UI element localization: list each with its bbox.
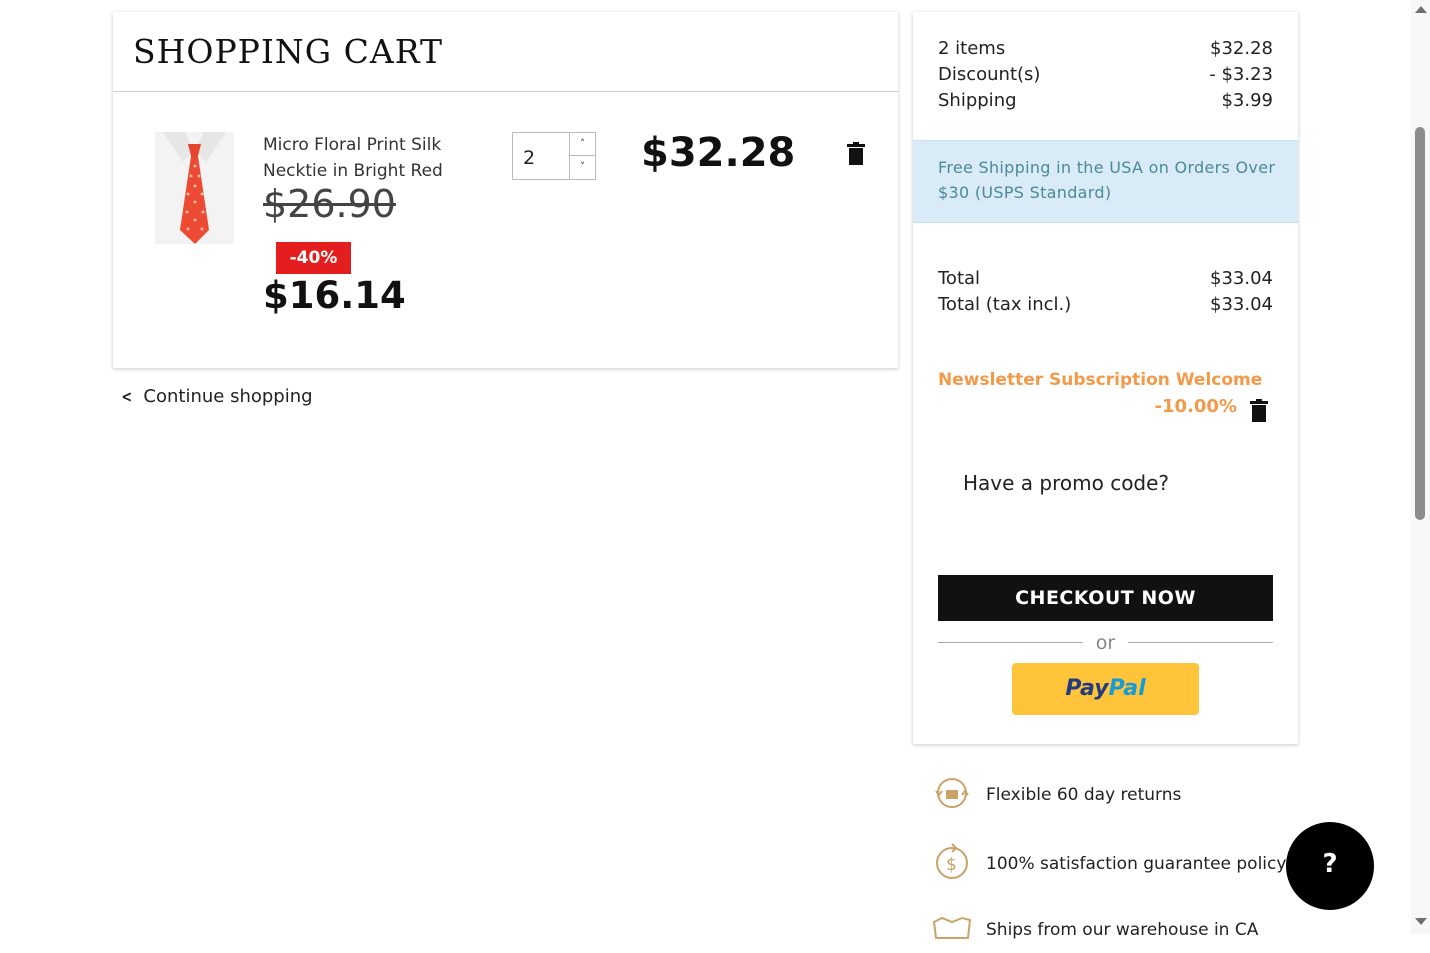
quantity-input[interactable]: 2 — [523, 147, 535, 169]
product-name-link[interactable]: Micro Floral Print Silk Necktie in Brigh… — [263, 132, 473, 184]
discount-badge: -40% — [276, 242, 351, 274]
trash-icon[interactable] — [847, 142, 865, 165]
shipping-row: Shipping $3.99 — [938, 90, 1273, 111]
chevron-up-icon[interactable]: ˄ — [570, 133, 595, 156]
help-button[interactable]: ? — [1286, 822, 1374, 910]
or-label: or — [1095, 632, 1116, 654]
total-tax-row: Total (tax incl.) $33.04 — [938, 294, 1273, 315]
paypal-logo-pay: Pay — [1065, 676, 1109, 701]
items-value: $32.28 — [1210, 38, 1273, 59]
order-summary-panel: 2 items $32.28 Discount(s) - $3.23 Shipp… — [913, 12, 1298, 744]
total-tax-label: Total (tax incl.) — [938, 294, 1072, 315]
cart-panel: SHOPPING CART Micro Floral Print Silk Ne… — [113, 12, 898, 368]
svg-text:$: $ — [946, 855, 957, 875]
line-total: $32.28 — [641, 130, 796, 176]
cart-header: SHOPPING CART — [113, 12, 898, 92]
applied-promo-value: -10.00% — [1154, 396, 1237, 417]
total-label: Total — [938, 268, 981, 289]
items-row: 2 items $32.28 — [938, 38, 1273, 59]
divider-line — [1128, 642, 1273, 643]
paypal-button[interactable]: PayPal — [1012, 663, 1199, 715]
free-shipping-notice: Free Shipping in the USA on Orders Over … — [938, 158, 1276, 202]
free-shipping-banner: Free Shipping in the USA on Orders Over … — [913, 140, 1298, 223]
discount-value: - $3.23 — [1209, 64, 1273, 85]
shipping-label: Shipping — [938, 90, 1017, 111]
trash-icon[interactable] — [1250, 399, 1268, 422]
chevron-left-icon: < — [121, 387, 133, 406]
paypal-logo-pal: Pal — [1108, 676, 1146, 701]
continue-shopping-label: Continue shopping — [143, 386, 313, 407]
quantity-stepper[interactable]: 2 ˄ ˅ — [512, 132, 596, 180]
discount-label: Discount(s) — [938, 64, 1041, 85]
applied-promo-name: Newsletter Subscription Welcome — [938, 370, 1263, 390]
feature-label: Ships from our warehouse in CA — [986, 920, 1259, 940]
sale-price: $16.14 — [263, 274, 406, 317]
promo-code-toggle[interactable]: Have a promo code? — [963, 471, 1169, 495]
chevron-down-icon[interactable]: ˅ — [570, 156, 595, 179]
feature-label: 100% satisfaction guarantee policy — [986, 854, 1287, 874]
shipping-value: $3.99 — [1221, 90, 1273, 111]
total-row: Total $33.04 — [938, 268, 1273, 289]
checkout-button[interactable]: CHECKOUT NOW — [938, 575, 1273, 621]
feature-label: Flexible 60 day returns — [986, 785, 1182, 805]
product-image[interactable] — [155, 132, 234, 244]
scroll-up-arrow[interactable] — [1415, 6, 1427, 13]
original-price: $26.90 — [263, 182, 396, 226]
shipping-map-icon — [932, 908, 972, 948]
scroll-down-arrow[interactable] — [1415, 918, 1427, 925]
scroll-thumb[interactable] — [1415, 127, 1425, 520]
quantity-arrows: ˄ ˅ — [569, 133, 595, 179]
guarantee-icon: $ — [932, 842, 972, 882]
or-divider: or — [938, 632, 1273, 654]
returns-icon — [932, 773, 972, 813]
page-title: SHOPPING CART — [133, 32, 443, 71]
page-scrollbar[interactable] — [1411, 0, 1430, 934]
items-label: 2 items — [938, 38, 1006, 59]
total-tax-value: $33.04 — [1210, 294, 1273, 315]
continue-shopping-link[interactable]: < Continue shopping — [120, 386, 313, 407]
discount-row: Discount(s) - $3.23 — [938, 64, 1273, 85]
total-value: $33.04 — [1210, 268, 1273, 289]
